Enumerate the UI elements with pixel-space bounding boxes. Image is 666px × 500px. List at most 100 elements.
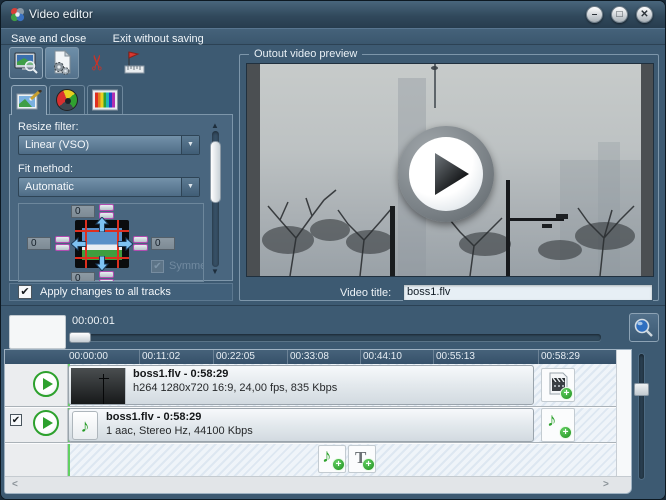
crop-preview[interactable]	[75, 220, 129, 268]
add-audio-track-button[interactable]: ♪ +	[318, 445, 346, 473]
music-note-icon: ♪	[72, 411, 98, 440]
plus-icon: +	[362, 458, 375, 471]
tracks-vertical-scrollbar[interactable]	[616, 350, 631, 476]
crop-right-stepper[interactable]	[133, 236, 148, 251]
timeline-zoom-slider-thumb[interactable]	[634, 383, 649, 396]
arrow-left-icon	[71, 237, 86, 251]
video-clip-thumbnail	[71, 368, 126, 404]
document-gear-icon	[50, 50, 74, 76]
minimize-button[interactable]: –	[586, 6, 603, 23]
window-title: Video editor	[29, 7, 93, 21]
color-bars-icon	[93, 91, 117, 110]
fit-method-select[interactable]: Automatic ▼	[18, 177, 200, 197]
play-button[interactable]	[398, 126, 494, 222]
audio-track-play-button[interactable]	[33, 410, 59, 436]
plus-icon: +	[332, 458, 345, 471]
resize-filter-select[interactable]: Linear (VSO) ▼	[18, 135, 200, 155]
tracks-panel: 00:00:00 00:11:02 00:22:05 00:33:08 00:4…	[5, 350, 631, 493]
image-edit-icon	[16, 90, 42, 112]
ruler-tick: 00:11:02	[142, 351, 180, 362]
crop-top-field[interactable]: 0	[71, 205, 95, 218]
video-track-play-button[interactable]	[33, 371, 59, 397]
add-text-track-button[interactable]: T +	[348, 445, 376, 473]
crop-left-stepper[interactable]	[55, 236, 70, 251]
symmetric-label: Symmetric	[169, 260, 204, 272]
timeline-section: 00:00:01 00:00:00 00:11:02 00:22:05 00:3…	[1, 305, 666, 500]
timeline-ruler[interactable]: 00:00:00 00:11:02 00:22:05 00:33:08 00:4…	[5, 350, 631, 364]
video-editor-window: Video editor – □ ✕ Save and close Exit w…	[0, 0, 666, 500]
audio-track-clip[interactable]: ♪ boss1.flv - 0:58:29 1 aac, Stereo Hz, …	[68, 408, 534, 442]
cut-tool-button[interactable]: ✂	[81, 47, 115, 79]
timeline-zoom-button[interactable]	[629, 313, 659, 342]
video-frame	[246, 63, 654, 277]
scroll-right-icon[interactable]: >	[603, 479, 609, 490]
preview-group-title: Outout video preview	[249, 48, 362, 60]
seek-slider-thumb[interactable]	[69, 332, 91, 343]
magnifier-icon	[633, 317, 655, 339]
add-audio-button[interactable]: ♪ +	[541, 408, 575, 442]
timeline-monitor-box	[9, 315, 66, 349]
ruler-tick: 00:55:13	[436, 351, 475, 362]
maximize-button[interactable]: □	[611, 6, 628, 23]
crop-right-field[interactable]: 0	[151, 237, 175, 250]
seek-slider[interactable]	[69, 334, 601, 341]
app-icon	[10, 7, 25, 22]
mux-settings-tool-button[interactable]	[45, 47, 79, 79]
chevron-down-icon: ▼	[181, 136, 199, 154]
panel-scrollbar[interactable]: ▲ ▼	[209, 123, 222, 275]
tab-adjust[interactable]	[49, 85, 85, 114]
scroll-down-icon[interactable]: ▼	[211, 267, 219, 276]
scroll-up-icon[interactable]: ▲	[211, 121, 219, 130]
symmetric-checkbox[interactable]: ✔	[151, 260, 164, 273]
ruler-tick: 00:44:10	[363, 351, 402, 362]
play-icon	[435, 153, 469, 195]
playhead-position: 00:00:01	[72, 315, 115, 327]
title-bar: Video editor – □ ✕	[1, 1, 666, 28]
crop-bottom-field[interactable]: 0	[71, 272, 95, 282]
chevron-down-icon: ▼	[181, 178, 199, 196]
video-clip-title: boss1.flv - 0:58:29	[133, 368, 228, 380]
ruler-tick: 00:22:05	[216, 351, 255, 362]
panel-scrollbar-thumb[interactable]	[210, 141, 221, 203]
ruler-tick: 00:00:00	[69, 351, 108, 362]
apply-all-label: Apply changes to all tracks	[40, 286, 171, 298]
close-button[interactable]: ✕	[636, 6, 653, 23]
music-note-icon: ♪	[322, 446, 332, 468]
horizontal-scrollbar[interactable]: < >	[5, 476, 631, 493]
video-title-label: Video title:	[340, 287, 398, 299]
menu-save-and-close[interactable]: Save and close	[1, 32, 98, 45]
menu-bar: Save and close Exit without saving	[1, 28, 666, 45]
arrow-down-icon	[95, 256, 109, 271]
ruler-tick: 00:33:08	[290, 351, 329, 362]
ruler-tick: 00:58:29	[541, 351, 580, 362]
add-video-button[interactable]: +	[541, 368, 575, 402]
menu-exit-without-saving[interactable]: Exit without saving	[103, 32, 216, 45]
arrow-up-icon	[95, 217, 109, 232]
crop-left-field[interactable]: 0	[27, 237, 51, 250]
music-note-icon: ♪	[547, 410, 557, 432]
tab-resize[interactable]	[11, 85, 47, 115]
audio-clip-title: boss1.flv - 0:58:29	[106, 411, 201, 423]
timeline-zoom-slider[interactable]	[639, 354, 644, 479]
video-track-clip[interactable]: boss1.flv - 0:58:29 h264 1280x720 16:9, …	[68, 365, 534, 405]
video-preview-image	[260, 64, 641, 276]
monitor-zoom-icon	[13, 51, 39, 75]
apply-bar: ✔ Apply changes to all tracks	[9, 283, 233, 301]
gauge-icon	[56, 89, 78, 111]
preview-tool-button[interactable]	[9, 47, 43, 79]
video-clip-info: h264 1280x720 16:9, 24,00 fps, 835 Kbps	[133, 382, 337, 394]
tab-color[interactable]	[87, 85, 123, 114]
play-button-inner	[409, 137, 483, 211]
crop-margins-box: 0 0 0 0 ✔ Symmetric	[18, 203, 204, 282]
audio-track-checkbox[interactable]: ✔	[10, 414, 22, 426]
plus-icon: +	[560, 387, 573, 400]
preview-group: Video title: boss1.flv	[239, 54, 659, 301]
markers-tool-button[interactable]	[117, 47, 151, 79]
crop-bottom-stepper[interactable]	[99, 271, 114, 282]
video-title-input[interactable]: boss1.flv	[403, 284, 653, 301]
flag-ruler-icon	[121, 50, 147, 76]
apply-all-checkbox[interactable]: ✔	[18, 285, 32, 299]
scroll-left-icon[interactable]: <	[12, 479, 18, 490]
resize-settings-panel: Resize filter: Linear (VSO) ▼ Fit method…	[9, 114, 233, 281]
audio-clip-info: 1 aac, Stereo Hz, 44100 Kbps	[106, 425, 253, 437]
